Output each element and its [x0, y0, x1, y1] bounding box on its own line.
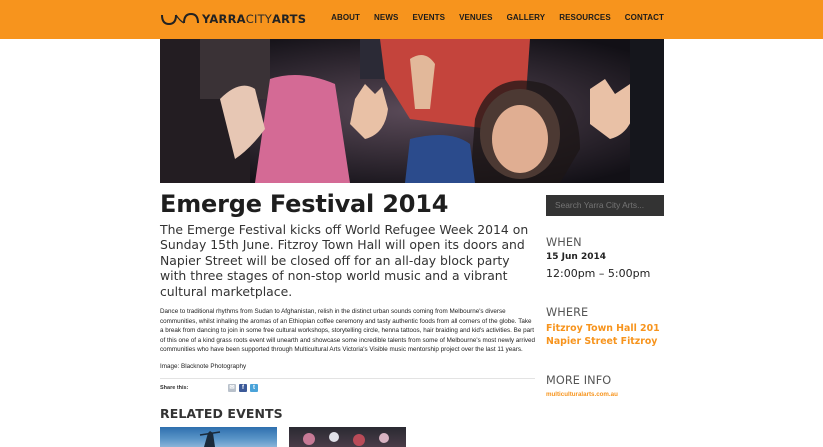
- share-bar: Share this: ✉ f t: [160, 382, 536, 394]
- facebook-icon[interactable]: f: [239, 384, 247, 392]
- search-input[interactable]: [546, 195, 664, 216]
- page-title: Emerge Festival 2014: [160, 190, 449, 218]
- logo-text: YARRACITYARTS: [202, 12, 307, 26]
- related-event-thumb[interactable]: [289, 427, 406, 447]
- email-icon[interactable]: ✉: [228, 384, 236, 392]
- divider: [160, 378, 535, 379]
- event-time: 12:00pm – 5:00pm: [546, 267, 651, 280]
- more-info-link[interactable]: multiculturalarts.com.au: [546, 391, 618, 398]
- nav-gallery[interactable]: GALLERY: [507, 13, 546, 22]
- site-logo[interactable]: YARRACITYARTS: [160, 9, 306, 29]
- hero-image: [160, 39, 664, 183]
- more-info-heading: MORE INFO: [546, 374, 612, 387]
- nav-resources[interactable]: RESOURCES: [559, 13, 611, 22]
- article: Emerge Festival 2014 The Emerge Festival…: [160, 188, 536, 394]
- event-date: 15 Jun 2014: [546, 252, 607, 262]
- hero-photo-illustration: [160, 39, 664, 183]
- main-nav: ABOUT NEWS EVENTS VENUES GALLERY RESOURC…: [317, 13, 664, 22]
- where-heading: WHERE: [546, 306, 589, 319]
- when-heading: WHEN: [546, 236, 582, 249]
- related-events-heading: RELATED EVENTS: [160, 406, 283, 421]
- thumb-photo: [199, 431, 221, 447]
- image-credit: Image: Blacknote Photography: [160, 363, 247, 370]
- twitter-icon[interactable]: t: [250, 384, 258, 392]
- nav-contact[interactable]: CONTACT: [625, 13, 664, 22]
- article-lead: The Emerge Festival kicks off World Refu…: [160, 222, 529, 299]
- thumb-photo: [303, 432, 389, 446]
- venue-address-link[interactable]: Napier Street Fitzroy: [546, 336, 657, 347]
- site-header: YARRACITYARTS ABOUT NEWS EVENTS VENUES G…: [0, 0, 823, 39]
- logo-mark-icon: [161, 12, 199, 26]
- share-label: Share this:: [160, 385, 189, 391]
- nav-news[interactable]: NEWS: [374, 13, 398, 22]
- related-event-thumb[interactable]: [160, 427, 277, 447]
- venue-link[interactable]: Fitzroy Town Hall 201: [546, 323, 660, 334]
- nav-events[interactable]: EVENTS: [412, 13, 445, 22]
- nav-about[interactable]: ABOUT: [331, 13, 360, 22]
- sidebar: WHEN 15 Jun 2014 12:00pm – 5:00pm WHERE …: [546, 195, 664, 398]
- article-body: Dance to traditional rhythms from Sudan …: [160, 308, 535, 354]
- nav-venues[interactable]: VENUES: [459, 13, 493, 22]
